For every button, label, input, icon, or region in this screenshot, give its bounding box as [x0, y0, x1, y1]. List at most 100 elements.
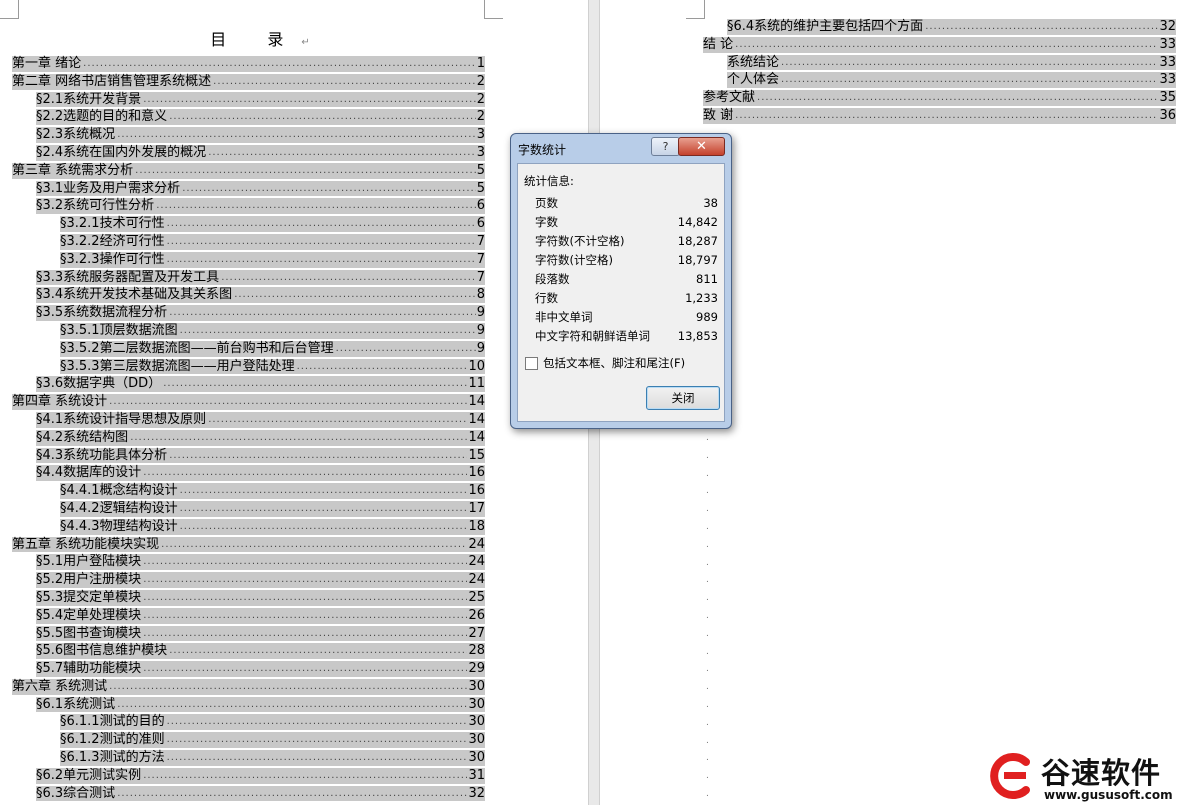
toc-entry-title: §3.5系统数据流程分析 — [36, 305, 168, 321]
toc-entry-title: §2.1系统开发背景 — [36, 91, 142, 107]
toc-entry[interactable]: §3.5系统数据流程分析 9 — [12, 304, 485, 322]
toc-entry-content: §2.3系统概况 3 — [36, 126, 485, 144]
toc-entry[interactable]: 结 论 33 — [703, 36, 1176, 54]
toc-entry-title: 个人体会 — [727, 72, 780, 88]
toc-entry[interactable]: §5.7辅助功能模块 29 — [12, 660, 485, 678]
toc-entry-title: §6.2单元测试实例 — [36, 767, 142, 783]
toc-entry[interactable]: §3.5.2第二层数据流图——前台购书和后台管理 9 — [12, 340, 485, 358]
toc-entry-title: 系统结论 — [727, 54, 780, 70]
toc-entry[interactable]: §5.6图书信息维护模块 28 — [12, 642, 485, 660]
help-icon[interactable]: ? — [651, 137, 680, 156]
stat-row: 页数 38 — [535, 194, 718, 213]
toc-entry[interactable]: 个人体会 33 — [703, 71, 1176, 89]
toc-entry[interactable]: §2.1系统开发背景 2 — [12, 91, 485, 109]
close-icon[interactable]: ✕ — [678, 137, 725, 156]
toc-entry[interactable]: §4.4数据库的设计 16 — [12, 464, 485, 482]
toc-entry-content: §2.4系统在国内外发展的概况 3 — [36, 144, 485, 162]
toc-leader-dots — [117, 696, 467, 714]
toc-entry[interactable]: §5.4定单处理模块 26 — [12, 607, 485, 625]
toc-entry[interactable]: §3.2.3操作可行性 7 — [12, 251, 485, 269]
toc-entry-title: §2.4系统在国内外发展的概况 — [36, 144, 207, 160]
toc-entry[interactable]: 第五章 系统功能模块实现 24 — [12, 536, 485, 554]
toc-entry-page: 9 — [476, 340, 485, 356]
toc-entry[interactable]: §4.2系统结构图 14 — [12, 429, 485, 447]
toc-entry[interactable]: §3.3系统服务器配置及开发工具 7 — [12, 269, 485, 287]
stat-label: 字符数(计空格) — [535, 253, 613, 267]
toc-entry[interactable]: §3.2.2经济可行性 7 — [12, 233, 485, 251]
toc-entry[interactable]: §5.5图书查询模块 27 — [12, 625, 485, 643]
toc-entry[interactable]: §2.2选题的目的和意义 2 — [12, 108, 485, 126]
toc-entry-content: §5.6图书信息维护模块 28 — [36, 642, 485, 660]
toc-entry[interactable]: §4.3系统功能具体分析 15 — [12, 447, 485, 465]
empty-paragraph-mark: . — [706, 717, 709, 728]
toc-entry[interactable]: §6.4系统的维护主要包括四个方面 32 — [703, 18, 1176, 36]
toc-entry[interactable]: 参考文献 35 — [703, 89, 1176, 107]
toc-entry-content: §4.4.3物理结构设计 18 — [60, 518, 485, 536]
toc-entry-content: §2.1系统开发背景 2 — [36, 91, 485, 109]
include-textboxes-checkbox[interactable] — [525, 356, 538, 370]
empty-paragraph-mark: . — [706, 468, 709, 479]
toc-entry[interactable]: 第四章 系统设计 14 — [12, 393, 485, 411]
include-textboxes-label: 包括文本框、脚注和尾注(F) — [543, 356, 686, 370]
toc-entry-page: 18 — [468, 518, 485, 534]
stat-label: 段落数 — [535, 272, 570, 286]
toc-entry[interactable]: §6.1.2测试的准则 30 — [12, 731, 485, 749]
toc-entry[interactable]: §6.3综合测试 32 — [12, 785, 485, 803]
toc-entry[interactable]: §3.5.3第三层数据流图——用户登陆处理 10 — [12, 358, 485, 376]
empty-paragraph-mark: . — [706, 539, 709, 550]
toc-entry-title: §4.1系统设计指导思想及原则 — [36, 411, 207, 427]
toc-entry[interactable]: §2.3系统概况 3 — [12, 126, 485, 144]
toc-entry[interactable]: §4.4.2逻辑结构设计 17 — [12, 500, 485, 518]
toc-entry-content: 结 论 33 — [703, 36, 1176, 54]
toc-entry[interactable]: §4.4.3物理结构设计 18 — [12, 518, 485, 536]
toc-entry-page: 26 — [468, 607, 485, 623]
toc-entry[interactable]: §3.4系统开发技术基础及其关系图 8 — [12, 286, 485, 304]
stat-value: 38 — [703, 196, 718, 210]
toc-entry[interactable]: §2.4系统在国内外发展的概况 3 — [12, 144, 485, 162]
toc-entry-page: 24 — [468, 554, 485, 570]
toc-entry[interactable]: §4.1系统设计指导思想及原则 14 — [12, 411, 485, 429]
toc-entry[interactable]: 系统结论 33 — [703, 54, 1176, 72]
stat-value: 1,233 — [685, 291, 718, 305]
close-button[interactable]: 关闭 — [646, 386, 720, 410]
toc-entry[interactable]: §6.1系统测试 30 — [12, 696, 485, 714]
toc-leader-dots — [143, 767, 467, 785]
toc-entry-content: §6.4系统的维护主要包括四个方面 32 — [727, 18, 1176, 36]
toc-entry-content: §4.4.2逻辑结构设计 17 — [60, 500, 485, 518]
toc-entry[interactable]: 第一章 绪论 1 — [12, 55, 485, 73]
toc-entry[interactable]: §3.5.1顶层数据流图 9 — [12, 322, 485, 340]
toc-entry-page: 35 — [1159, 90, 1176, 106]
toc-entry-content: §4.4.1概念结构设计 16 — [60, 482, 485, 500]
toc-entry-page: 24 — [468, 572, 485, 588]
stat-row: 中文字符和朝鲜语单词 13,853 — [535, 327, 718, 346]
toc-leader-dots — [169, 108, 476, 126]
toc-entry[interactable]: §6.2单元测试实例 31 — [12, 767, 485, 785]
toc-entry[interactable]: §3.1业务及用户需求分析 5 — [12, 180, 485, 198]
toc-entry-page: 14 — [468, 411, 485, 427]
toc-entry[interactable]: 第六章 系统测试 30 — [12, 678, 485, 696]
toc-leader-dots — [221, 269, 476, 287]
empty-paragraph-mark: . — [706, 699, 709, 710]
toc-entry-title: §5.3提交定单模块 — [36, 589, 142, 605]
toc-entry[interactable]: §3.6数据字典（DD） 11 — [12, 375, 485, 393]
toc-entry[interactable]: 致 谢 36 — [703, 107, 1176, 125]
toc-entry[interactable]: 第二章 网络书店销售管理系统概述 2 — [12, 73, 485, 91]
toc-leader-dots — [109, 678, 467, 696]
toc-entry[interactable]: §3.2系统可行性分析 6 — [12, 197, 485, 215]
toc-leader-dots — [143, 553, 467, 571]
include-textboxes-option[interactable]: 包括文本框、脚注和尾注(F) — [525, 355, 685, 371]
stat-label: 行数 — [535, 291, 558, 305]
toc-entry[interactable]: §6.1.1测试的目的 30 — [12, 713, 485, 731]
toc-entry[interactable]: §5.3提交定单模块 25 — [12, 589, 485, 607]
stat-label: 中文字符和朝鲜语单词 — [535, 329, 650, 343]
toc-leader-dots — [117, 126, 476, 144]
toc-entry-title: §4.4.2逻辑结构设计 — [60, 500, 178, 516]
toc-entry[interactable]: §3.2.1技术可行性 6 — [12, 215, 485, 233]
toc-entry-page: 33 — [1159, 72, 1176, 88]
toc-entry[interactable]: §5.1用户登陆模块 24 — [12, 553, 485, 571]
toc-entry[interactable]: §6.1.3测试的方法 30 — [12, 749, 485, 767]
toc-entry[interactable]: §4.4.1概念结构设计 16 — [12, 482, 485, 500]
toc-entry-content: 系统结论 33 — [727, 54, 1176, 72]
toc-entry[interactable]: 第三章 系统需求分析 5 — [12, 162, 485, 180]
toc-entry[interactable]: §5.2用户注册模块 24 — [12, 571, 485, 589]
